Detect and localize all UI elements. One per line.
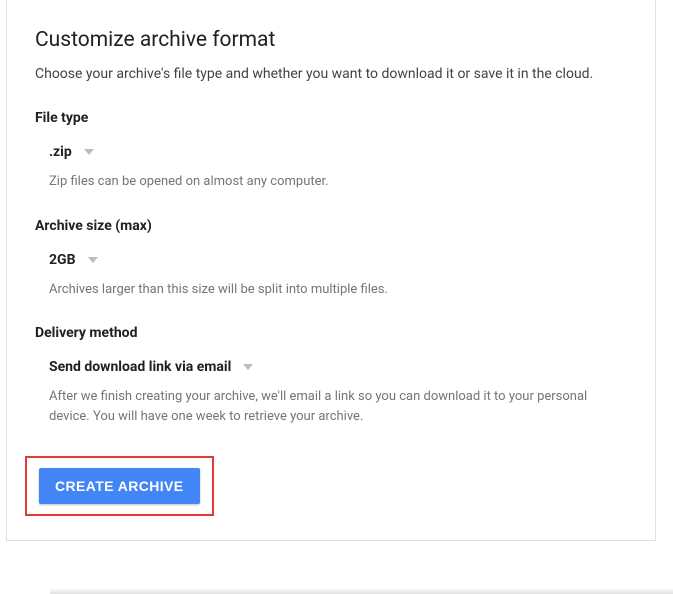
bottom-shadow-decor: [50, 588, 673, 594]
delivery-method-label: Delivery method: [35, 325, 651, 341]
caret-down-icon: [243, 364, 253, 370]
highlight-annotation: CREATE ARCHIVE: [25, 456, 214, 516]
file-type-select[interactable]: .zip: [35, 144, 651, 160]
caret-down-icon: [84, 149, 94, 155]
file-type-label: File type: [35, 110, 651, 126]
panel-subtitle: Choose your archive's file type and whet…: [35, 66, 651, 82]
caret-down-icon: [88, 257, 98, 263]
file-type-value: .zip: [49, 144, 72, 160]
delivery-method-select[interactable]: Send download link via email: [35, 359, 651, 375]
panel-title: Customize archive format: [35, 28, 651, 52]
archive-size-label: Archive size (max): [35, 218, 651, 234]
delivery-method-value: Send download link via email: [49, 359, 231, 375]
delivery-method-hint: After we finish creating your archive, w…: [35, 387, 625, 426]
archive-size-value: 2GB: [49, 252, 76, 268]
archive-size-select[interactable]: 2GB: [35, 252, 651, 268]
archive-format-panel: Customize archive format Choose your arc…: [6, 0, 656, 541]
file-type-hint: Zip files can be opened on almost any co…: [35, 172, 625, 192]
create-archive-button[interactable]: CREATE ARCHIVE: [39, 468, 200, 504]
archive-size-hint: Archives larger than this size will be s…: [35, 280, 625, 300]
